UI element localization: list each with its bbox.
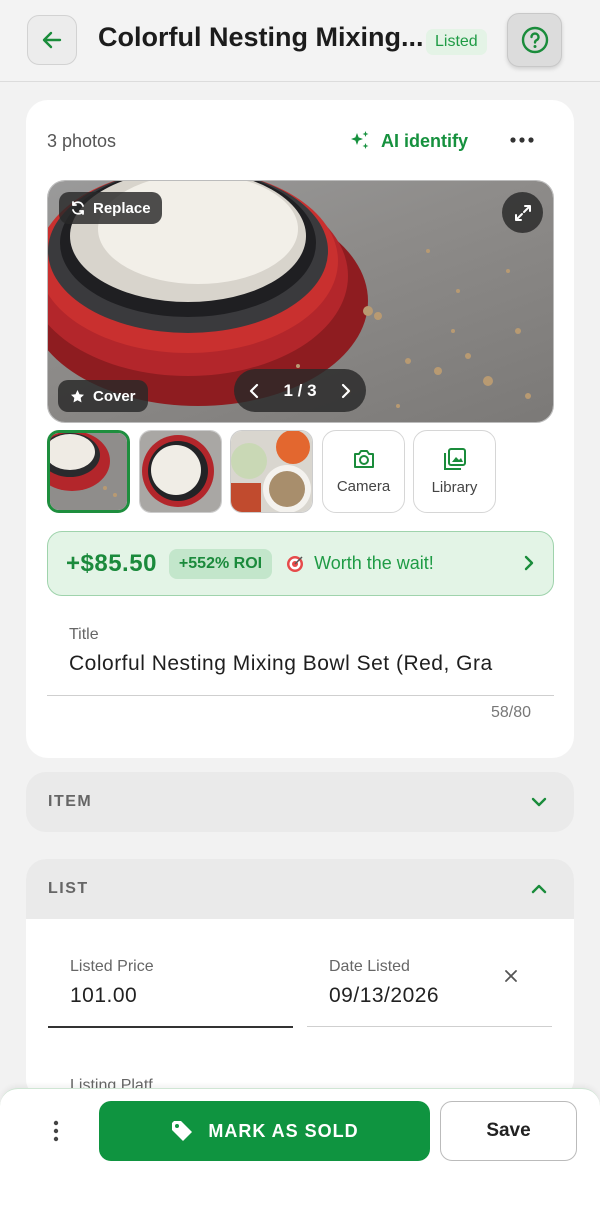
ai-identify-button[interactable]: AI identify (349, 126, 468, 156)
more-actions-button[interactable] (44, 1119, 68, 1143)
arrow-left-icon (42, 31, 62, 49)
camera-button[interactable]: Camera (322, 430, 405, 513)
photo-library-icon (443, 448, 466, 470)
help-button[interactable] (507, 13, 562, 67)
profit-banner[interactable]: +$85.50 +552% ROI Worth the wait! (47, 531, 554, 596)
thumbnail-image (140, 431, 221, 512)
item-section-label: ITEM (48, 793, 93, 810)
tag-icon (172, 1121, 193, 1141)
price-underline (48, 1026, 293, 1028)
listed-price-label: Listed Price (70, 958, 154, 975)
save-button[interactable]: Save (440, 1101, 577, 1161)
date-listed-input[interactable]: 09/13/2026 (329, 984, 439, 1008)
app-header: Colorful Nesting Mixing... Listed (0, 0, 600, 82)
page-title: Colorful Nesting Mixing... (98, 22, 424, 52)
status-badge: Listed (426, 29, 487, 55)
ai-identify-label: AI identify (381, 130, 469, 151)
photo-pager: 1 / 3 (234, 369, 366, 412)
camera-label: Camera (336, 478, 391, 495)
date-underline (307, 1026, 552, 1027)
photo-thumbnail-1[interactable] (47, 430, 130, 513)
library-label: Library (431, 479, 478, 496)
pager-label: 1 / 3 (283, 380, 317, 400)
close-icon (505, 970, 517, 982)
back-button[interactable] (27, 15, 77, 65)
chevron-right-icon (524, 555, 534, 571)
list-section: LIST Listed Price 101.00 Date Listed 09/… (26, 859, 574, 1099)
item-section-header[interactable]: ITEM (26, 772, 574, 832)
photo-thumbnail-2[interactable] (139, 430, 222, 513)
more-horizontal-icon (510, 137, 534, 143)
photo-count: 3 photos (47, 131, 117, 151)
mark-as-sold-button[interactable]: MARK AS SOLD (99, 1101, 430, 1161)
thumbnail-image (50, 433, 127, 510)
replace-photo-button[interactable]: Replace (59, 192, 162, 224)
list-section-header[interactable]: LIST (26, 859, 574, 919)
title-underline (47, 695, 554, 696)
title-char-count: 58/80 (490, 704, 531, 721)
photo-thumbnail-3[interactable] (230, 430, 313, 513)
list-section-label: LIST (48, 880, 89, 897)
library-button[interactable]: Library (413, 430, 496, 513)
main-photo[interactable]: Replace Cover 1 / 3 (47, 180, 554, 423)
clear-date-button[interactable] (500, 965, 522, 987)
profit-message: Worth the wait! (314, 553, 434, 573)
target-icon (287, 555, 304, 572)
more-vertical-icon (53, 1120, 59, 1142)
roi-badge: +552% ROI (168, 548, 273, 579)
chevron-down-icon (531, 797, 547, 807)
photos-card: 3 photos AI identify Replace Cover 1 / 3… (26, 100, 574, 758)
thumbnail-image (231, 431, 312, 512)
replace-label: Replace (93, 199, 151, 217)
title-input[interactable]: Colorful Nesting Mixing Bowl Set (Red, G… (69, 652, 533, 676)
profit-amount: +$85.50 (66, 549, 157, 577)
title-label: Title (69, 626, 99, 643)
expand-icon (514, 204, 531, 221)
refresh-icon (72, 201, 84, 215)
bottom-action-bar: MARK AS SOLD Save (0, 1088, 600, 1219)
expand-photo-button[interactable] (502, 192, 543, 233)
more-options-button[interactable] (508, 128, 536, 152)
chevron-up-icon (531, 884, 547, 894)
mark-as-sold-label: MARK AS SOLD (208, 1120, 359, 1141)
sparkles-icon (351, 131, 369, 149)
chevron-right-icon[interactable] (340, 383, 352, 399)
item-section: ITEM (26, 772, 574, 832)
camera-icon (353, 450, 374, 468)
date-listed-label: Date Listed (329, 958, 410, 975)
listed-price-input[interactable]: 101.00 (70, 984, 137, 1008)
cover-badge: Cover (58, 380, 148, 412)
star-icon (71, 389, 84, 402)
cover-label: Cover (93, 387, 136, 405)
help-icon (521, 26, 548, 54)
chevron-left-icon[interactable] (248, 383, 260, 399)
